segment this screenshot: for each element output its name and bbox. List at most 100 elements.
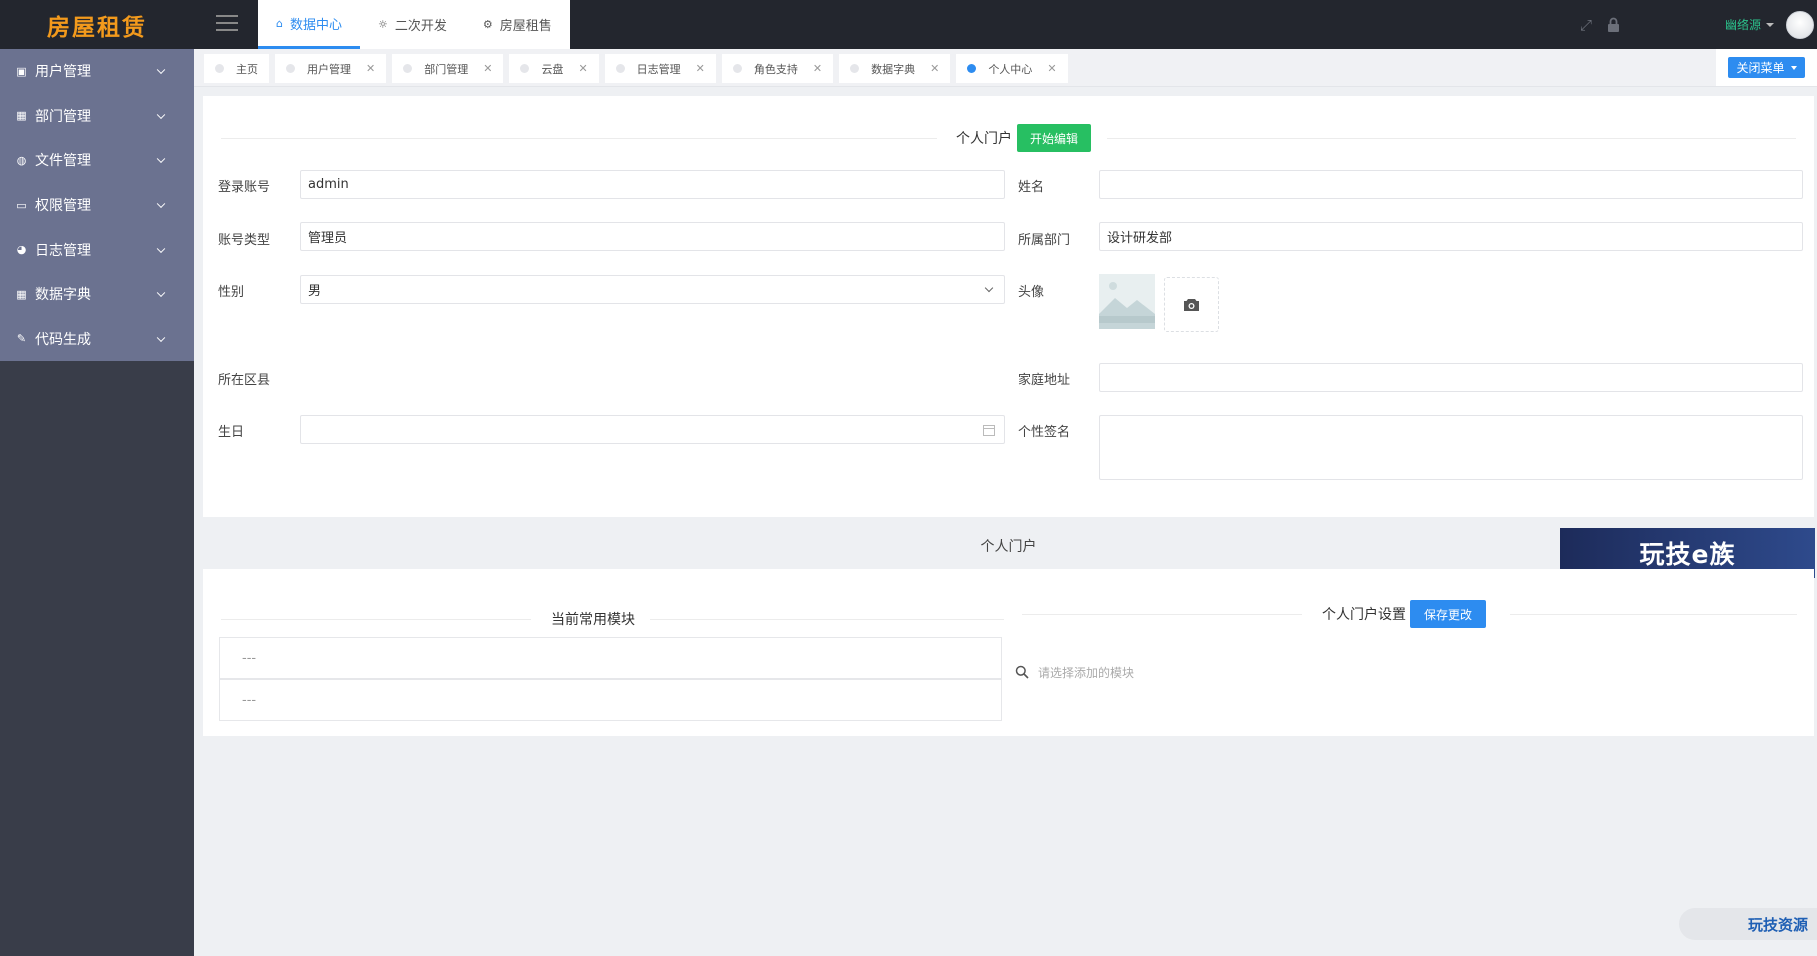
sidebar-item-label: 日志管理: [35, 242, 91, 259]
camera-icon: [1184, 298, 1199, 311]
department-label: 所属部门: [1018, 233, 1071, 248]
start-edit-button[interactable]: 开始编辑: [1017, 124, 1092, 152]
close-icon[interactable]: ✕: [578, 62, 587, 75]
birthday-input[interactable]: [300, 415, 1005, 444]
sidebar-item-file-management[interactable]: ◍ 文件管理: [0, 138, 194, 183]
account-type-input[interactable]: 管理员: [300, 222, 1005, 251]
grid-icon: ▦: [16, 109, 27, 123]
divider-line: [650, 618, 1004, 620]
image-placeholder-icon: [1099, 274, 1155, 329]
tab-home[interactable]: 主页: [204, 54, 269, 83]
tab-dot-icon: [967, 64, 977, 73]
sidebar-item-log-management[interactable]: ◕ 日志管理: [0, 227, 194, 272]
globe-icon: ◍: [16, 153, 27, 167]
chevron-down-icon: [156, 110, 166, 119]
portal-bar-title: 个人门户: [980, 539, 1037, 555]
tab-dot-icon: [615, 64, 625, 73]
sidebar-menu: ▣ 用户管理 ▦ 部门管理 ◍ 文件管理 ▭ 权限管理 ◕ 日志管理 ▦ 数据字…: [0, 49, 194, 362]
chevron-down-icon: [156, 244, 166, 253]
settings-icon: ⚙: [482, 18, 493, 31]
list-item[interactable]: ---: [219, 637, 1002, 679]
chevron-down-icon: [156, 333, 166, 342]
close-icon[interactable]: ✕: [1047, 62, 1056, 75]
tab-dept-management[interactable]: 部门管理 ✕: [392, 54, 504, 83]
sidebar-item-label: 用户管理: [35, 64, 91, 81]
fullscreen-icon[interactable]: ⤢: [1577, 16, 1595, 34]
login-account-input[interactable]: admin: [300, 170, 1005, 199]
divider-line: [1107, 137, 1796, 139]
close-icon[interactable]: ✕: [930, 62, 939, 75]
tab-label: 数据字典: [871, 62, 916, 76]
topnav-house-rental[interactable]: ⚙ 房屋租售: [465, 0, 570, 49]
bulb-icon: ☼: [378, 18, 388, 31]
image-icon: ▣: [16, 64, 27, 78]
topnav-data-center[interactable]: ⌂ 数据中心: [258, 0, 360, 49]
tab-label: 角色支持: [753, 62, 798, 76]
close-menu-container: 关闭菜单: [1716, 49, 1817, 86]
chevron-down-icon: [156, 288, 166, 298]
name-input[interactable]: [1099, 170, 1803, 199]
sidebar-item-dept-management[interactable]: ▦ 部门管理: [0, 94, 194, 139]
tab-label: 个人中心: [988, 62, 1033, 76]
search-icon: [1015, 665, 1029, 679]
address-input[interactable]: [1099, 363, 1803, 392]
chevron-down-icon: [156, 155, 166, 164]
signature-textarea[interactable]: [1099, 415, 1803, 480]
topnav-label: 数据中心: [289, 17, 342, 33]
tab-data-dictionary[interactable]: 数据字典 ✕: [839, 54, 951, 83]
top-header: ⌂ 数据中心 ☼ 二次开发 ⚙ 房屋租售 ⤢ 幽络源: [194, 0, 1817, 49]
gender-select[interactable]: 男: [300, 275, 1005, 304]
pencil-icon: ✎: [16, 332, 27, 346]
menu-toggle-icon[interactable]: [216, 15, 238, 31]
portal-card: 当前常用模块 --- --- 个人门户设置 保存更改 请选择添加的模块: [203, 569, 1814, 736]
save-changes-button[interactable]: 保存更改: [1410, 600, 1487, 628]
sidebar-item-permission-management[interactable]: ▭ 权限管理: [0, 183, 194, 228]
avatar-preview: [1099, 274, 1155, 329]
tab-label: 日志管理: [636, 62, 681, 76]
close-icon[interactable]: ✕: [813, 62, 822, 75]
tab-cloud-disk[interactable]: 云盘 ✕: [509, 54, 599, 83]
username[interactable]: 幽络源: [1725, 16, 1761, 33]
close-icon[interactable]: ✕: [696, 62, 705, 75]
sidebar-item-code-generation[interactable]: ✎ 代码生成: [0, 317, 194, 362]
top-nav: ⌂ 数据中心 ☼ 二次开发 ⚙ 房屋租售: [258, 0, 570, 49]
list-item[interactable]: ---: [219, 679, 1002, 721]
close-icon[interactable]: ✕: [483, 62, 492, 75]
monitor-icon: ▭: [16, 198, 27, 212]
topnav-secondary-dev[interactable]: ☼ 二次开发: [360, 0, 465, 49]
department-input[interactable]: 设计研发部: [1099, 222, 1803, 251]
close-menu-button[interactable]: 关闭菜单: [1728, 57, 1805, 78]
avatar-upload-button[interactable]: [1164, 277, 1219, 332]
pie-icon: ◕: [16, 243, 27, 257]
divider-line: [221, 618, 531, 620]
sidebar-item-data-dictionary[interactable]: ▦ 数据字典: [0, 272, 194, 317]
section-title: 个人门户: [956, 131, 1012, 147]
login-account-label: 登录账号: [218, 180, 271, 195]
ad-banner-text: 玩技e族: [1639, 540, 1736, 569]
app-logo[interactable]: 房屋租赁: [0, 0, 194, 49]
profile-section-header: 个人门户 开始编辑: [221, 124, 1796, 152]
avatar[interactable]: [1786, 10, 1814, 39]
sidebar-item-user-management[interactable]: ▣ 用户管理: [0, 49, 194, 94]
close-icon[interactable]: ✕: [366, 62, 375, 75]
topnav-label: 二次开发: [394, 19, 447, 34]
district-label: 所在区县: [218, 373, 271, 388]
chevron-down-icon: [156, 65, 166, 75]
module-search[interactable]: 请选择添加的模块: [1015, 661, 1515, 683]
tab-log-management[interactable]: 日志管理 ✕: [604, 54, 716, 83]
tab-role-support[interactable]: 角色支持 ✕: [721, 54, 834, 83]
lock-icon[interactable]: [1605, 16, 1623, 34]
tab-user-management[interactable]: 用户管理 ✕: [275, 54, 387, 83]
tab-dot-icon: [286, 64, 295, 73]
divider-line: [1510, 613, 1797, 615]
modules-section-header: 当前常用模块: [221, 609, 1004, 629]
tab-dot-icon: [403, 64, 413, 73]
tab-personal-center[interactable]: 个人中心 ✕: [956, 54, 1068, 83]
caret-down-icon[interactable]: [1766, 22, 1774, 27]
page-tabs: 主页 用户管理 ✕ 部门管理 ✕ 云盘 ✕ 日志管理 ✕ 角色支持 ✕ 数据字典…: [204, 54, 1074, 83]
name-label: 姓名: [1018, 180, 1045, 195]
sidebar-item-label: 数据字典: [35, 287, 91, 304]
tab-dot-icon: [732, 64, 742, 73]
tab-label: 用户管理: [307, 62, 351, 76]
tab-label: 主页: [236, 62, 258, 76]
